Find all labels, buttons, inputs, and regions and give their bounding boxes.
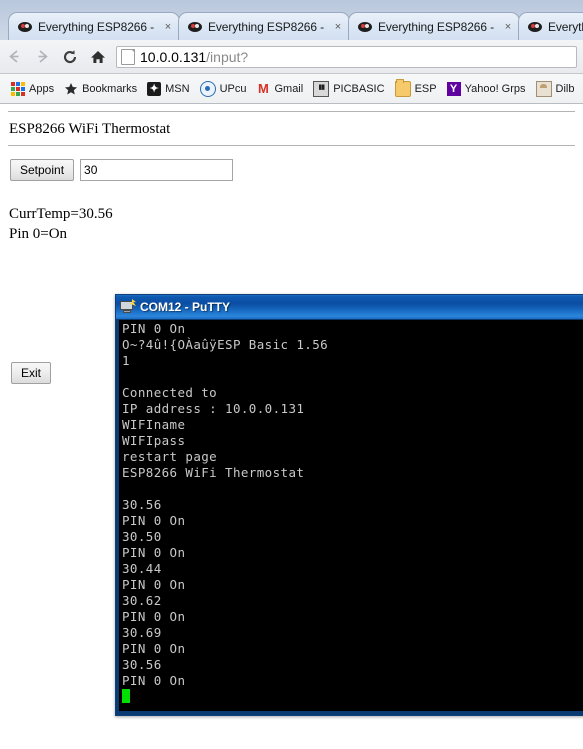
bookmark-label: Dilb <box>555 82 575 95</box>
setpoint-form: Setpoint <box>10 159 234 181</box>
tab-title: Everything ESP8266 - <box>208 19 325 34</box>
bookmark-label: MSN <box>165 82 190 95</box>
putty-window[interactable]: COM12 - PuTTY PIN 0 On O~?4û!{OÀaûÿESP Ba… <box>115 294 583 716</box>
url-path: /input? <box>206 48 249 65</box>
bookmark-label: UPcu <box>219 82 247 95</box>
esp8266-favicon-icon <box>17 19 33 35</box>
terminal-line: 1 <box>122 353 130 368</box>
terminal-line: WIFIpass <box>122 433 186 448</box>
setpoint-input[interactable] <box>80 159 234 181</box>
tab-close-icon[interactable]: × <box>501 20 515 34</box>
terminal-line: PIN 0 On <box>122 545 186 560</box>
browser-tab-1[interactable]: Everything ESP8266 - × <box>8 12 180 40</box>
putty-titlebar[interactable]: COM12 - PuTTY <box>116 295 583 319</box>
thermostat-readouts: CurrTemp=30.56 Pin 0=On <box>9 204 113 244</box>
browser-tab-2[interactable]: Everything ESP8266 - × <box>178 12 350 40</box>
putty-computer-icon <box>120 299 136 315</box>
bookmark-label: Yahoo! Grps <box>464 82 526 95</box>
terminal-line: PIN 0 On <box>122 577 186 592</box>
bookmark-label: Bookmarks <box>82 82 138 95</box>
bookmark-bookmarks[interactable]: Bookmarks <box>59 78 142 100</box>
page-title: ESP8266 WiFi Thermostat <box>9 121 171 137</box>
terminal-line: PIN 0 On <box>122 321 186 336</box>
terminal-line: PIN 0 On <box>122 641 186 656</box>
terminal-line: PIN 0 On <box>122 673 186 688</box>
bookmark-label: ESP <box>414 82 437 95</box>
page-document-icon <box>121 48 135 65</box>
divider-top <box>8 111 575 112</box>
setpoint-button[interactable]: Setpoint <box>10 159 75 181</box>
terminal-line: WIFIname <box>122 417 186 432</box>
browser-tab-4[interactable]: Everything <box>518 12 583 40</box>
bookmark-msn[interactable]: ✦ MSN <box>142 78 194 100</box>
bookmark-upcu[interactable]: UPcu <box>195 78 252 100</box>
terminal-block-cursor <box>122 689 130 703</box>
pin-state-readout: Pin 0=On <box>9 226 68 242</box>
browser-tabstrip: Everything ESP8266 - × Everything ESP826… <box>0 0 583 40</box>
terminal-line: restart page <box>122 449 218 464</box>
bookmark-label: Gmail <box>274 82 304 95</box>
bookmark-esp[interactable]: ESP <box>390 78 442 100</box>
tab-title: Everything <box>548 19 583 34</box>
terminal-cursor-line <box>122 689 583 705</box>
apps-grid-icon <box>11 81 25 96</box>
browser-tab-3[interactable]: Everything ESP8266 - × <box>348 12 520 40</box>
bookmark-label: PICBASIC <box>333 82 385 95</box>
current-temperature-readout: CurrTemp=30.56 <box>9 206 113 222</box>
putty-window-title: COM12 - PuTTY <box>140 300 231 314</box>
terminal-line: O~?4û!{OÀaûÿESP Basic 1.56 <box>122 337 329 352</box>
bookmark-apps[interactable]: Apps <box>6 78 59 100</box>
esp8266-favicon-icon <box>357 19 373 35</box>
browser-chrome: Everything ESP8266 - × Everything ESP826… <box>0 0 583 104</box>
terminal-line: 30.69 <box>122 625 162 640</box>
putty-terminal-screen[interactable]: PIN 0 On O~?4û!{OÀaûÿESP Basic 1.56 1 Conn… <box>119 320 583 711</box>
terminal-line: 30.44 <box>122 561 162 576</box>
forward-arrow-icon[interactable] <box>28 43 56 71</box>
terminal-line: IP address : 10.0.0.131 <box>122 401 305 416</box>
terminal-line: 30.56 <box>122 497 162 512</box>
bookmark-yahoo-grps[interactable]: Y Yahoo! Grps <box>442 78 531 100</box>
upcu-icon <box>199 80 216 97</box>
bookmark-label: Apps <box>29 82 55 95</box>
divider-bottom <box>8 145 575 146</box>
star-icon <box>64 82 78 96</box>
terminal-line: PIN 0 On <box>122 513 186 528</box>
bookmark-gmail[interactable]: M Gmail <box>251 78 308 100</box>
bookmark-dilbert[interactable]: Dilb <box>531 78 580 100</box>
browser-navigation-bar: 10.0.0.131/input? <box>0 40 583 74</box>
back-arrow-icon[interactable] <box>0 43 28 71</box>
folder-icon <box>394 78 411 97</box>
url-host: 10.0.0.131 <box>140 48 207 65</box>
tab-title: Everything ESP8266 - <box>38 19 155 34</box>
terminal-line: Connected to <box>122 385 218 400</box>
address-bar-url: 10.0.0.131/input? <box>140 49 248 65</box>
esp8266-favicon-icon <box>187 19 203 35</box>
esp8266-favicon-icon <box>527 19 543 35</box>
reload-icon[interactable] <box>56 43 84 71</box>
putty-terminal-output: PIN 0 On O~?4û!{OÀaûÿESP Basic 1.56 1 Conn… <box>122 321 583 705</box>
exit-button[interactable]: Exit <box>11 362 52 384</box>
terminal-line: 30.50 <box>122 529 162 544</box>
terminal-line: PIN 0 On <box>122 609 186 624</box>
bookmark-picbasic[interactable]: ▮▮ PICBASIC <box>308 78 389 100</box>
tab-close-icon[interactable]: × <box>161 20 175 34</box>
picbasic-icon: ▮▮ <box>313 80 330 97</box>
gmail-icon: M <box>258 80 269 96</box>
address-bar[interactable]: 10.0.0.131/input? <box>116 45 577 68</box>
tab-close-icon[interactable]: × <box>331 20 345 34</box>
home-icon[interactable] <box>84 43 112 71</box>
dilbert-icon <box>535 80 552 97</box>
terminal-line: ESP8266 WiFi Thermostat <box>122 465 305 480</box>
bookmarks-bar: Apps Bookmarks ✦ MSN UPcu M Gmail ▮▮ PIC… <box>0 74 583 104</box>
yahoo-icon: Y <box>446 81 461 96</box>
terminal-line: 30.56 <box>122 657 162 672</box>
msn-icon: ✦ <box>147 81 162 96</box>
terminal-line: 30.62 <box>122 593 162 608</box>
tab-title: Everything ESP8266 - <box>378 19 495 34</box>
